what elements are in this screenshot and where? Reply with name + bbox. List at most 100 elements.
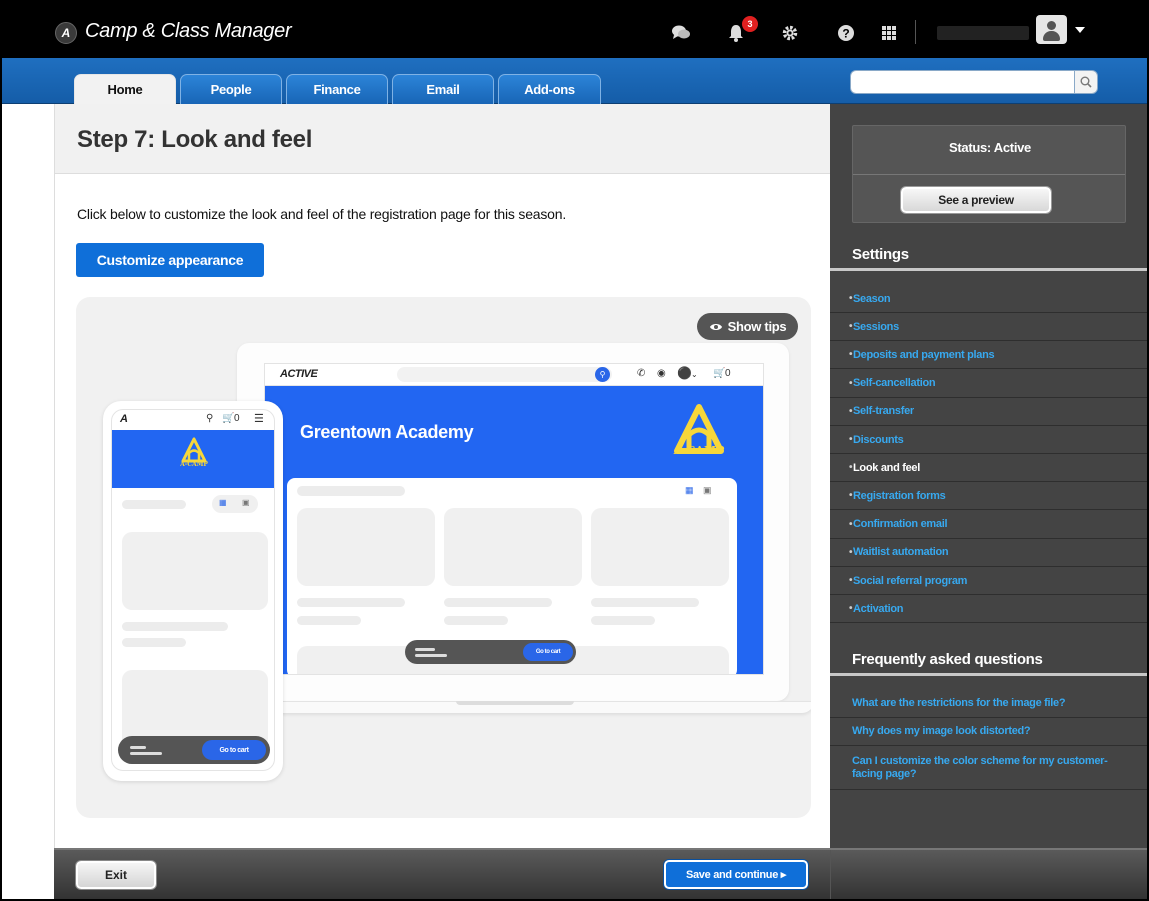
top-bar: A Camp & Class Manager 3 ? xyxy=(2,0,1147,58)
apps-grid-icon[interactable] xyxy=(878,22,900,44)
faq-link[interactable]: Why does my image look distorted? xyxy=(830,718,1147,746)
svg-text:?: ? xyxy=(842,27,849,41)
account-icon: ⚫ xyxy=(677,366,692,380)
settings-heading: Settings xyxy=(852,246,909,263)
exit-button[interactable]: Exit xyxy=(76,861,156,889)
preview-search-icon: ⚲ xyxy=(595,367,610,382)
status-label: Status: Active xyxy=(948,140,1031,155)
tab-finance[interactable]: Finance xyxy=(286,74,388,104)
help-icon[interactable]: ? xyxy=(835,22,857,44)
bullet-icon: • xyxy=(849,293,853,304)
sidebar-item-season[interactable]: • Season xyxy=(830,285,1147,313)
app-logo[interactable]: A xyxy=(55,22,77,44)
sidebar-item-discounts[interactable]: • Discounts xyxy=(830,426,1147,454)
phone-go-to-cart-button: Go to cart xyxy=(202,740,266,760)
page-title: Step 7: Look and feel xyxy=(77,126,313,153)
sidebar-item-deposits-and-payment-plans[interactable]: • Deposits and payment plans xyxy=(830,341,1147,370)
faq-link[interactable]: What are the restrictions for the image … xyxy=(830,690,1147,718)
sidebar-item-label: Deposits and payment plans xyxy=(853,348,995,361)
globe-icon: ◉ xyxy=(657,368,666,379)
preview-search-bar xyxy=(397,367,612,382)
faq-link[interactable]: Can I customize the color scheme for my … xyxy=(830,746,1147,790)
chat-icon[interactable] xyxy=(670,22,692,44)
sidebar-item-confirmation-email[interactable]: • Confirmation email xyxy=(830,511,1147,539)
sidebar-item-label: Sessions xyxy=(853,320,899,333)
user-name-redacted[interactable] xyxy=(937,26,1029,40)
search-icon[interactable] xyxy=(1074,70,1098,94)
bullet-icon: • xyxy=(849,518,853,530)
sidebar-item-label: Self-transfer xyxy=(853,405,914,418)
step-header: Step 7: Look and feel xyxy=(55,104,831,174)
preview-org-name: Greentown Academy xyxy=(300,422,474,442)
search-input[interactable] xyxy=(850,70,1074,94)
phone-brand-icon: A xyxy=(120,413,128,425)
caret-down-icon[interactable] xyxy=(1075,27,1085,33)
preview-go-to-cart-button: Go to cart xyxy=(523,643,573,661)
preview-illustration: Show tips ACTIVE ⚲ ✆ ◉ ⚫ ⌄ 🛒 0 Greentown… xyxy=(76,297,811,818)
bullet-icon: • xyxy=(849,462,853,474)
app-title: Camp & Class Manager xyxy=(85,20,292,42)
tab-home[interactable]: Home xyxy=(74,74,176,104)
phone-screen: A ⚲ 🛒 0 ☰ A-CAMP ▦ ▣ Go to cart xyxy=(111,409,275,771)
laptop-screen: ACTIVE ⚲ ✆ ◉ ⚫ ⌄ 🛒 0 Greentown Academy A… xyxy=(264,363,764,675)
bullet-icon: • xyxy=(849,405,853,417)
sidebar-item-registration-forms[interactable]: • Registration forms xyxy=(830,482,1147,511)
sidebar-item-look-and-feel[interactable]: • Look and feel xyxy=(830,454,1147,483)
phone-icon: ✆ xyxy=(637,368,646,379)
phone-content-card: ▦ ▣ xyxy=(118,488,270,768)
bullet-icon: • xyxy=(849,434,853,445)
show-tips-button[interactable]: Show tips xyxy=(697,313,798,340)
phone-cart-icon: 🛒 xyxy=(222,413,235,424)
grid-view-icon: ▦ xyxy=(685,485,694,495)
preview-brand: ACTIVE xyxy=(280,368,318,380)
top-divider xyxy=(915,20,916,44)
save-and-continue-button[interactable]: Save and continue ▸ xyxy=(664,860,808,889)
footer-bar: Exit Save and continue ▸ xyxy=(54,848,1147,899)
customize-appearance-button[interactable]: Customize appearance xyxy=(76,243,264,277)
sidebar-item-label: Waitlist automation xyxy=(853,546,949,559)
bullet-icon: • xyxy=(849,603,853,615)
sidebar-item-self-transfer[interactable]: • Self-transfer xyxy=(830,398,1147,426)
intro-text: Click below to customize the look and fe… xyxy=(77,206,567,222)
sidebar-item-sessions[interactable]: • Sessions xyxy=(830,313,1147,342)
preview-logo-text: A-CAMP xyxy=(673,444,725,457)
sidebar: Status: Active See a preview Settings Fr… xyxy=(830,104,1147,848)
phone-logo-text: A-CAMP xyxy=(180,461,208,468)
phone-cart-count: 0 xyxy=(234,413,240,424)
preview-hero: Greentown Academy A-CAMP ▦ ▣ Go to cart xyxy=(265,386,763,674)
user-avatar-icon[interactable] xyxy=(1036,15,1067,44)
phone-grid-view-icon: ▦ xyxy=(219,498,227,507)
laptop-notch xyxy=(456,701,574,705)
sidebar-item-activation[interactable]: • Activation xyxy=(830,595,1147,624)
sidebar-item-social-referral-program[interactable]: • Social referral program xyxy=(830,567,1147,595)
chevron-down-icon: ⌄ xyxy=(691,370,698,379)
eye-icon xyxy=(709,323,722,330)
bullet-icon: • xyxy=(849,575,853,586)
settings-divider xyxy=(830,268,1147,271)
preview-cart-bar: Go to cart xyxy=(405,640,576,664)
phone-calendar-view-icon: ▣ xyxy=(242,498,250,507)
app-window: A Camp & Class Manager 3 ? Home People F… xyxy=(0,0,1149,901)
sidebar-item-label: Registration forms xyxy=(853,489,946,502)
phone-menu-icon: ☰ xyxy=(254,413,264,425)
status-divider xyxy=(853,174,1125,175)
preview-cart-count: 0 xyxy=(725,368,731,379)
tab-email[interactable]: Email xyxy=(392,74,494,104)
tab-people[interactable]: People xyxy=(180,74,282,104)
phone-header: A ⚲ 🛒 0 ☰ xyxy=(112,410,274,430)
sidebar-item-label: Season xyxy=(853,292,891,305)
bullet-icon: • xyxy=(849,349,853,361)
sidebar-item-waitlist-automation[interactable]: • Waitlist automation xyxy=(830,539,1147,567)
status-box: Status: Active See a preview xyxy=(852,125,1126,223)
faq-divider xyxy=(830,673,1147,676)
sidebar-item-self-cancellation[interactable]: • Self-cancellation xyxy=(830,370,1147,398)
gear-icon[interactable] xyxy=(779,22,801,44)
sidebar-item-label: Self-cancellation xyxy=(853,377,936,390)
cart-icon: 🛒 xyxy=(713,368,726,379)
tab-add-ons[interactable]: Add-ons xyxy=(498,74,601,104)
sidebar-item-label: Social referral program xyxy=(853,574,968,587)
bullet-icon: • xyxy=(849,321,853,333)
notification-badge[interactable]: 3 xyxy=(742,16,758,32)
see-preview-button[interactable]: See a preview xyxy=(901,187,1051,213)
calendar-view-icon: ▣ xyxy=(703,485,712,495)
